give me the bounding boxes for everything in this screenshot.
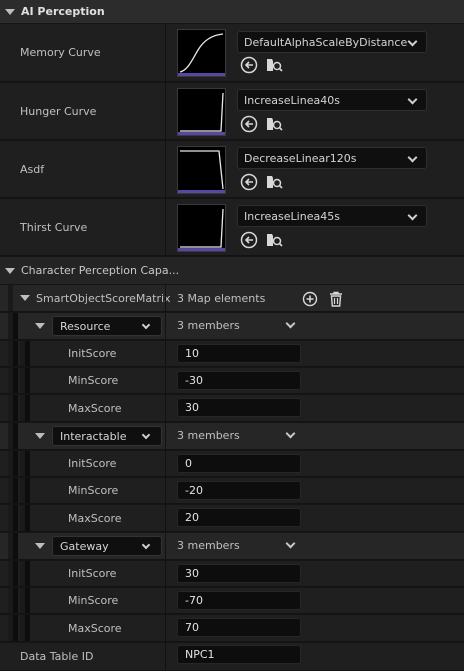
map-key-combo[interactable]: Resource (52, 316, 162, 336)
data-table-row: Data Table ID NPC1 (0, 643, 464, 671)
min-score-row: MinScore -30 (0, 368, 464, 394)
curve-asset-combo[interactable]: IncreaseLinea45s (237, 205, 427, 227)
chevron-down-icon (141, 430, 151, 440)
min-score-label: MinScore (68, 594, 119, 607)
min-score-label: MinScore (68, 374, 119, 387)
plus-circle-icon[interactable] (301, 290, 319, 308)
members-count: 3 members (177, 429, 240, 442)
character-perception-title: Character Perception Capa... (21, 264, 180, 277)
curve-preview[interactable] (177, 29, 226, 77)
init-score-field[interactable]: 30 (177, 564, 301, 583)
reset-arrow-icon[interactable] (240, 173, 258, 191)
max-score-row: MaxScore 70 (0, 615, 464, 642)
chevron-down-icon[interactable] (285, 538, 296, 549)
chevron-down-icon[interactable] (285, 318, 296, 329)
collapse-arrow-icon[interactable] (5, 267, 15, 274)
max-score-label: MaxScore (68, 511, 122, 525)
members-count: 3 members (177, 539, 240, 552)
min-score-label: MinScore (68, 484, 119, 497)
browse-folder-icon[interactable] (265, 173, 283, 191)
init-score-label: InitScore (68, 347, 117, 360)
max-score-row: MaxScore 20 (0, 505, 464, 532)
min-score-row: MinScore -70 (0, 588, 464, 614)
curve-asset-combo[interactable]: IncreaseLinea40s (237, 89, 427, 111)
members-count: 3 members (177, 319, 240, 332)
curve-label: Asdf (20, 162, 45, 176)
browse-folder-icon[interactable] (265, 115, 283, 133)
curve-row-hunger: Hunger Curve IncreaseLinea40s (0, 83, 464, 140)
init-score-row: InitScore 0 (0, 451, 464, 477)
init-score-field[interactable]: 0 (177, 454, 301, 473)
init-score-label: InitScore (68, 457, 117, 470)
init-score-label: InitScore (68, 567, 117, 580)
character-perception-header[interactable]: Character Perception Capa... (0, 257, 464, 284)
min-score-field[interactable]: -30 (177, 371, 301, 390)
expand-arrow-icon[interactable] (35, 543, 45, 549)
map-entry-row: Interactable 3 members (0, 423, 464, 450)
ai-perception-header[interactable]: AI Perception (0, 0, 464, 23)
curve-preview[interactable] (177, 146, 226, 194)
max-score-field[interactable]: 30 (177, 398, 301, 417)
data-table-field[interactable]: NPC1 (177, 645, 301, 664)
matrix-count: 3 Map elements (177, 291, 266, 305)
browse-folder-icon[interactable] (265, 231, 283, 249)
curve-asset-combo[interactable]: DefaultAlphaScaleByDistance (237, 31, 427, 53)
curve-row-memory: Memory Curve DefaultAlphaScaleByDistance (0, 24, 464, 82)
max-score-row: MaxScore 30 (0, 395, 464, 422)
data-table-label: Data Table ID (20, 650, 94, 663)
matrix-row: SmartObjectScoreMatrix 3 Map elements (0, 285, 464, 312)
expand-arrow-icon[interactable] (35, 323, 45, 329)
init-score-field[interactable]: 10 (177, 344, 301, 363)
curve-label: Memory Curve (20, 46, 101, 59)
curve-row-asdf: Asdf DecreaseLinear120s (0, 141, 464, 198)
init-score-row: InitScore 10 (0, 341, 464, 367)
chevron-down-icon (141, 540, 151, 550)
chevron-down-icon[interactable] (285, 428, 296, 439)
min-score-field[interactable]: -20 (177, 481, 301, 500)
max-score-field[interactable]: 20 (177, 508, 301, 527)
reset-arrow-icon[interactable] (240, 56, 258, 74)
min-score-field[interactable]: -70 (177, 591, 301, 610)
chevron-down-icon (141, 320, 151, 330)
max-score-label: MaxScore (68, 401, 122, 415)
expand-arrow-icon[interactable] (20, 295, 30, 301)
collapse-arrow-icon[interactable] (5, 8, 15, 15)
curve-asset-combo[interactable]: DecreaseLinear120s (237, 147, 427, 169)
expand-arrow-icon[interactable] (35, 433, 45, 439)
curve-preview[interactable] (177, 88, 226, 136)
map-entry-row: Gateway 3 members (0, 533, 464, 560)
curve-row-thirst: Thirst Curve IncreaseLinea45s (0, 199, 464, 256)
curve-label: Thirst Curve (20, 220, 88, 234)
map-key-combo[interactable]: Interactable (52, 426, 162, 446)
ai-perception-title: AI Perception (21, 5, 105, 18)
curve-label: Hunger Curve (20, 104, 97, 118)
browse-folder-icon[interactable] (265, 56, 283, 74)
curve-preview[interactable] (177, 204, 226, 252)
reset-arrow-icon[interactable] (240, 115, 258, 133)
matrix-label: SmartObjectScoreMatrix (36, 291, 171, 305)
init-score-row: InitScore 30 (0, 561, 464, 587)
min-score-row: MinScore -20 (0, 478, 464, 504)
max-score-field[interactable]: 70 (177, 618, 301, 637)
map-key-combo[interactable]: Gateway (52, 536, 162, 556)
chevron-down-icon (407, 210, 418, 221)
chevron-down-icon (407, 94, 418, 105)
chevron-down-icon (407, 152, 418, 163)
trash-icon[interactable] (327, 290, 345, 308)
chevron-down-icon (407, 36, 418, 47)
map-entry-row: Resource 3 members (0, 313, 464, 340)
reset-arrow-icon[interactable] (240, 231, 258, 249)
max-score-label: MaxScore (68, 621, 122, 635)
